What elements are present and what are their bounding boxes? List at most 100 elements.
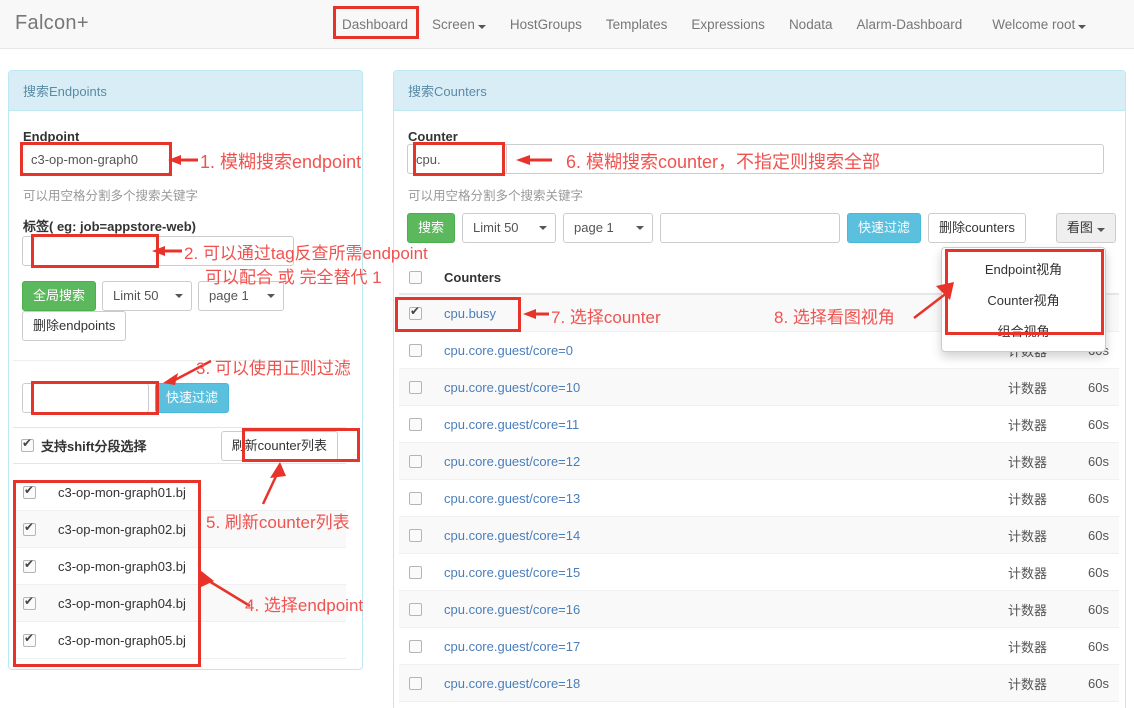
annotation-box-7 (395, 297, 521, 332)
counter-checkbox[interactable] (409, 528, 422, 542)
counter-checkbox[interactable] (409, 676, 422, 690)
table-row[interactable]: cpu.core.guest/core=16 计数器 60s (399, 591, 1119, 628)
chevron-down-icon (1078, 25, 1087, 29)
counter-checkbox[interactable] (409, 417, 422, 431)
annotation-box-refresh (242, 428, 360, 462)
search-counters-panel-title: 搜索Counters (394, 71, 1125, 111)
counter-type: 计数器 (1007, 491, 1047, 507)
counter-help-text: 可以用空格分割多个搜索关键字 (408, 189, 584, 203)
counter-name[interactable]: cpu.core.guest/core=11 (444, 417, 977, 432)
annotation-box-6 (413, 142, 505, 176)
counter-freq: 60s (1088, 453, 1109, 469)
counter-name[interactable]: cpu.core.guest/core=10 (444, 380, 977, 395)
annotation-box-8 (945, 249, 1104, 335)
annotation-text-4: 4. 选择endpoint (245, 596, 364, 615)
counter-name[interactable]: cpu.core.guest/core=18 (444, 676, 977, 691)
endpoint-limit-select[interactable]: Limit 50 (102, 281, 193, 311)
counter-checkbox[interactable] (409, 639, 422, 653)
counter-name[interactable]: cpu.core.guest/core=15 (444, 565, 977, 580)
counter-freq: 60s (1088, 564, 1109, 580)
chevron-down-icon (175, 294, 184, 298)
table-row[interactable]: cpu.core.guest/core=12 计数器 60s (399, 443, 1119, 480)
annotation-text-7: 7. 选择counter (551, 308, 661, 327)
nav-item-hostgroups[interactable]: HostGroups (498, 0, 594, 49)
table-row[interactable]: cpu.core.guest/core=10 计数器 60s (399, 369, 1119, 406)
endpoint-limit-select-value: Limit 50 (113, 288, 159, 303)
counter-page-select-value: page 1 (574, 220, 614, 235)
counter-quick-filter-button[interactable]: 快速过滤 (847, 213, 922, 243)
counter-freq: 60s (1088, 416, 1109, 432)
counter-freq: 60s (1088, 379, 1109, 395)
table-row[interactable]: cpu.core.guest/core=17 计数器 60s (399, 628, 1119, 665)
counter-name[interactable]: cpu.core.guest/core=16 (444, 602, 977, 617)
counter-name[interactable]: cpu.core.guest/core=14 (444, 528, 977, 543)
counter-checkbox[interactable] (409, 491, 422, 505)
annotation-box-1 (20, 142, 172, 176)
endpoint-page-select-value: page 1 (209, 288, 249, 303)
tag-field-label: 标签( eg: job=appstore-web) (23, 219, 196, 234)
nav-item-expressions[interactable]: Expressions (679, 0, 777, 49)
nav-item-screen[interactable]: Screen (420, 0, 498, 49)
table-row[interactable]: cpu.core.guest/core=15 计数器 60s (399, 554, 1119, 591)
table-row[interactable]: cpu.core.guest/core=11 计数器 60s (399, 406, 1119, 443)
annotation-text-1: 1. 模糊搜索endpoint (200, 152, 362, 172)
annotation-text-3: 3. 可以使用正则过滤 (196, 359, 351, 378)
brand-logo[interactable]: Falcon+ (15, 12, 89, 35)
counter-filter-input[interactable] (660, 213, 841, 243)
chevron-down-icon (539, 226, 548, 230)
annotation-text-2-line1: 2. 可以通过tag反查所需endpoint (184, 244, 428, 263)
nav-item-alarm-dashboard[interactable]: Alarm-Dashboard (844, 0, 974, 49)
table-row[interactable]: cpu.core.guest/core=14 计数器 60s (399, 517, 1119, 554)
table-row[interactable]: cpu.core.guest/core=18 计数器 60s (399, 665, 1119, 702)
counter-freq: 60s (1088, 638, 1109, 654)
view-graph-dropdown-label: 看图 (1066, 220, 1093, 235)
counter-action-row: 搜索 Limit 50 page 1 快速过滤 删除counters 看图 (407, 213, 1116, 243)
counter-type: 计数器 (1007, 565, 1047, 581)
counter-type: 计数器 (1007, 602, 1047, 618)
annotation-arrow-5 (261, 462, 286, 505)
select-all-counters-checkbox[interactable] (409, 271, 422, 284)
annotation-box-3 (31, 381, 159, 415)
nav-item-nodata[interactable]: Nodata (777, 0, 845, 49)
counter-limit-select-value: Limit 50 (473, 220, 519, 235)
nav-item-templates[interactable]: Templates (594, 0, 680, 49)
counter-checkbox[interactable] (409, 565, 422, 579)
counter-type: 计数器 (1007, 528, 1047, 544)
counter-name[interactable]: cpu.core.guest/core=0 (444, 343, 977, 358)
shift-select-checkbox[interactable] (21, 436, 34, 452)
nav-item-screen-label: Screen (432, 17, 475, 32)
counters-column-header: Counters (444, 270, 502, 285)
counter-name[interactable]: cpu.core.guest/core=17 (444, 639, 977, 654)
counter-checkbox[interactable] (409, 454, 422, 468)
counter-checkbox[interactable] (409, 602, 422, 616)
counter-freq: 60s (1088, 490, 1109, 506)
global-search-button[interactable]: 全局搜索 (22, 281, 97, 311)
counter-checkbox[interactable] (409, 380, 422, 394)
nav-items: Dashboard Screen HostGroups Templates Ex… (330, 0, 1098, 49)
chevron-down-icon (636, 226, 645, 230)
counter-type: 计数器 (1007, 380, 1047, 396)
shift-select-label: 支持shift分段选择 (41, 439, 147, 454)
delete-counters-button[interactable]: 删除counters (928, 213, 1026, 243)
counter-limit-select[interactable]: Limit 50 (462, 213, 557, 243)
annotation-box-2 (31, 234, 159, 268)
nav-item-welcome-root[interactable]: Welcome root (980, 0, 1098, 49)
counter-name[interactable]: cpu.core.guest/core=13 (444, 491, 977, 506)
table-row[interactable]: cpu.core.guest/core=13 计数器 60s (399, 480, 1119, 517)
counter-type: 计数器 (1007, 454, 1047, 470)
endpoint-help-text: 可以用空格分割多个搜索关键字 (23, 189, 199, 203)
delete-endpoints-button[interactable]: 删除endpoints (22, 311, 127, 341)
counter-freq: 60s (1088, 675, 1109, 691)
counter-name[interactable]: cpu.core.guest/core=12 (444, 454, 977, 469)
view-graph-dropdown-button[interactable]: 看图 (1055, 213, 1116, 243)
counter-field-label: Counter (408, 129, 458, 144)
nav-item-welcome-label: Welcome root (992, 17, 1076, 32)
counter-checkbox[interactable] (409, 343, 422, 357)
counter-page-select[interactable]: page 1 (563, 213, 654, 243)
counter-freq: 60s (1088, 601, 1109, 617)
counter-type: 计数器 (1007, 639, 1047, 655)
counter-type: 计数器 (1007, 417, 1047, 433)
annotation-box-4 (13, 480, 201, 667)
annotation-text-6: 6. 模糊搜索counter，不指定则搜索全部 (566, 152, 881, 172)
top-navbar: Falcon+ Dashboard Screen HostGroups Temp… (0, 0, 1134, 49)
